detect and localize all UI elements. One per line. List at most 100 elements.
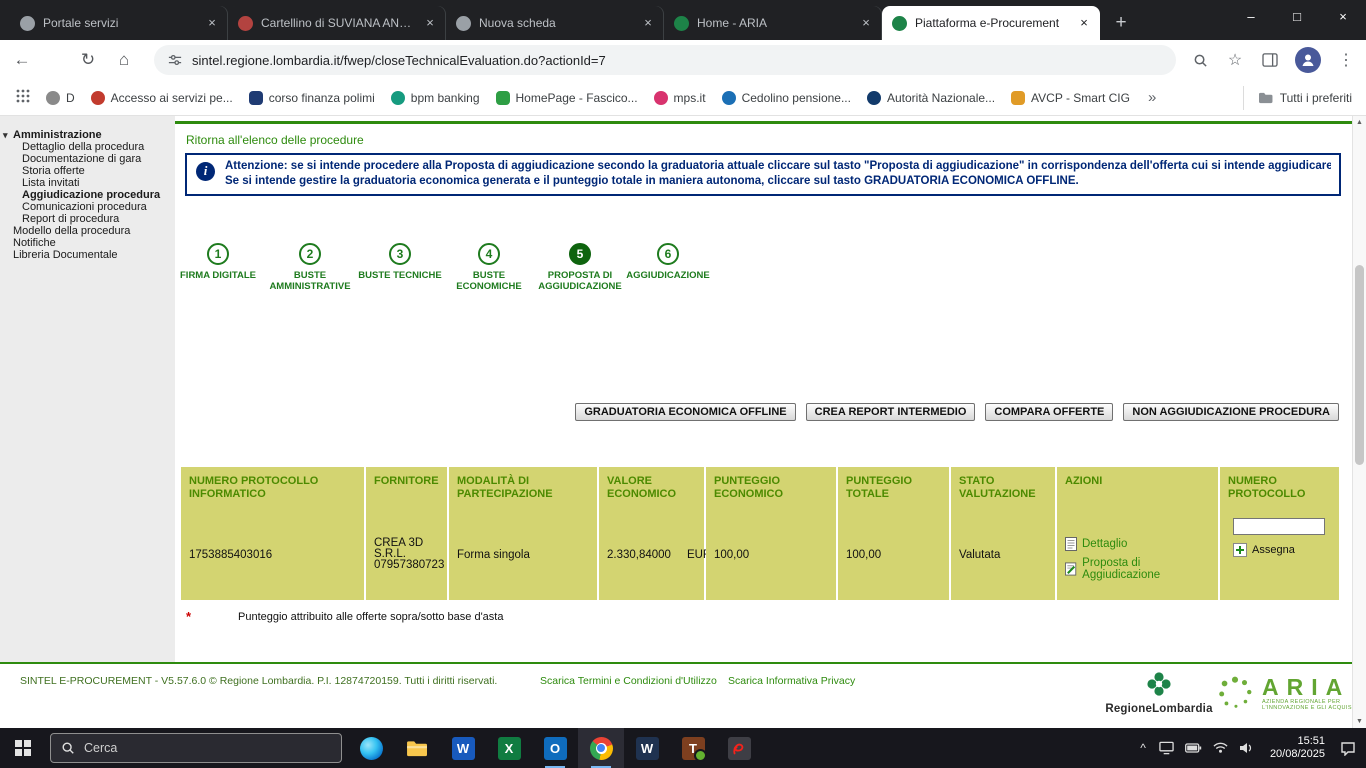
bookmark-item[interactable]: Autorità Nazionale... [866, 90, 995, 105]
acrobat-app-icon[interactable] [716, 728, 762, 768]
column-header: MODALITÀ DI PARTECIPAZIONE [449, 467, 597, 513]
home-icon[interactable]: ⌂ [110, 46, 138, 74]
window-close-button[interactable]: × [1320, 0, 1366, 32]
excel-app-icon[interactable]: X [486, 728, 532, 768]
graduatoria-economica-offline-button[interactable]: GRADUATORIA ECONOMICA OFFLINE [575, 403, 796, 421]
chrome-app-icon[interactable] [578, 728, 624, 768]
bookmarks-overflow-icon[interactable]: » [1148, 89, 1156, 106]
profile-avatar[interactable] [1295, 47, 1321, 73]
tab-close-icon[interactable]: × [1076, 15, 1092, 31]
tree-collapse-icon[interactable]: ▾ [3, 130, 8, 141]
step-number: 1 [207, 243, 229, 265]
offers-table: NUMERO PROTOCOLLO INFORMATICO FORNITORE … [181, 467, 1339, 600]
back-to-procedures-link[interactable]: Ritorna all'elenco delle procedure [186, 133, 364, 147]
privacy-link[interactable]: Scarica Informativa Privacy [728, 675, 855, 687]
windows-logo-icon [15, 740, 31, 756]
browser-menu-icon[interactable]: ⋮ [1336, 50, 1356, 70]
sidebar-item-libreria-documentale[interactable]: Libreria Documentale [0, 250, 175, 262]
bookmark-item[interactable]: Cedolino pensione... [721, 90, 851, 105]
edge-app-icon[interactable] [348, 728, 394, 768]
tray-expand-icon[interactable]: ^ [1140, 741, 1146, 755]
compara-offerte-button[interactable]: COMPARA OFFERTE [985, 403, 1114, 421]
window-minimize-button[interactable]: – [1228, 0, 1274, 32]
sidebar-item-label: Report di procedura [22, 213, 120, 225]
scrollbar-thumb[interactable] [1355, 265, 1364, 465]
bookmark-favicon [495, 90, 510, 105]
non-aggiudicazione-procedura-button[interactable]: NON AGGIUDICAZIONE PROCEDURA [1123, 403, 1339, 421]
file-explorer-app-icon[interactable] [394, 728, 440, 768]
browser-tab-nuova-scheda[interactable]: Nuova scheda × [446, 6, 664, 40]
address-bar[interactable]: sintel.regione.lombardia.it/fwep/closeTe… [154, 45, 1176, 75]
network-tray-icon[interactable] [1213, 742, 1228, 754]
new-tab-button[interactable]: + [1108, 10, 1134, 36]
step-buste-tecniche: 3 BUSTE TECNICHE [352, 243, 448, 281]
crea-report-intermedio-button[interactable]: CREA REPORT INTERMEDIO [805, 403, 976, 421]
terms-link[interactable]: Scarica Termini e Condizioni d'Utilizzo [540, 675, 717, 687]
bookmark-item[interactable]: corso finanza polimi [248, 90, 375, 105]
browser-toolbar: ← ↻ ⌂ sintel.regione.lombardia.it/fwep/c… [0, 40, 1366, 80]
sidebar-item-label: Dettaglio della procedura [22, 141, 145, 153]
taskbar-clock[interactable]: 15:51 20/08/2025 [1270, 735, 1325, 762]
bookmark-item[interactable]: AVCP - Smart CIG [1011, 90, 1130, 105]
browser-tab-cartellino[interactable]: Cartellino di SUVIANA ANTO × [228, 6, 446, 40]
column-header: NUMERO PROTOCOLLO INFORMATICO [181, 467, 364, 513]
dettaglio-link[interactable]: Dettaglio [1065, 537, 1212, 551]
tab-close-icon[interactable]: × [204, 15, 220, 31]
page-footer: SINTEL E-PROCUREMENT - V5.57.6.0 © Regio… [0, 662, 1366, 728]
tab-title: Nuova scheda [479, 16, 556, 30]
zoom-icon[interactable] [1190, 50, 1210, 70]
bookmark-item[interactable]: bpm banking [390, 90, 480, 105]
step-number: 2 [299, 243, 321, 265]
bookmark-item[interactable]: D [46, 90, 75, 105]
tab-favicon [892, 15, 907, 31]
proposta-di-aggiudicazione-link[interactable]: Proposta di Aggiudicazione [1065, 557, 1212, 581]
bookmark-label: AVCP - Smart CIG [1031, 90, 1130, 105]
display-tray-icon[interactable] [1159, 741, 1174, 755]
tab-close-icon[interactable]: × [640, 15, 656, 31]
scroll-up-icon[interactable]: ▲ [1353, 119, 1366, 126]
bookmarks-bar: D Accesso ai servizi pe... corso finanza… [0, 80, 1366, 116]
browser-tab-piattaforma-eprocurement[interactable]: Piattaforma e-Procurement × [882, 6, 1100, 40]
t-app-icon[interactable]: T [670, 728, 716, 768]
cell-punteggio-totale: 100,00 [838, 513, 949, 600]
regione-lombardia-logo: RegioneLombardia [1104, 672, 1214, 715]
bookmark-favicon [721, 90, 736, 105]
window-maximize-button[interactable]: □ [1274, 0, 1320, 32]
footer-copyright: SINTEL E-PROCUREMENT - V5.57.6.0 © Regio… [20, 675, 498, 687]
back-icon[interactable]: ← [8, 46, 36, 74]
taskbar-search-box[interactable]: Cerca [50, 733, 342, 763]
scroll-down-icon[interactable]: ▼ [1353, 718, 1366, 725]
aria-logo: ARIA AZIENDA REGIONALE PER L'INNOVAZIONE… [1216, 674, 1366, 712]
bookmark-item[interactable]: Accesso ai servizi pe... [90, 90, 233, 105]
refresh-icon[interactable]: ↻ [74, 46, 102, 74]
volume-tray-icon[interactable] [1239, 742, 1253, 754]
site-info-icon[interactable] [168, 53, 182, 67]
bookmark-item[interactable]: mps.it [653, 90, 706, 105]
action-center-icon[interactable] [1340, 741, 1356, 756]
vertical-scrollbar[interactable]: ▲ ▼ [1352, 116, 1366, 728]
award-proposal-icon [1065, 562, 1077, 576]
protocol-number-input[interactable] [1233, 518, 1325, 535]
step-label: AGGIUDICAZIONE [626, 270, 710, 281]
bookmark-label: Cedolino pensione... [741, 90, 851, 105]
screen: Portale servizi × Cartellino di SUVIANA … [0, 0, 1366, 768]
bookmark-star-icon[interactable]: ☆ [1225, 50, 1245, 70]
start-button[interactable] [0, 728, 46, 768]
w-app-icon[interactable]: W [624, 728, 670, 768]
all-favorites-button[interactable]: Tutti i preferiti [1242, 85, 1352, 110]
browser-tab-home-aria[interactable]: Home - ARIA × [664, 6, 882, 40]
cell-azioni: Dettaglio Proposta di Aggiudicazione [1057, 513, 1218, 600]
outlook-app-icon[interactable]: O [532, 728, 578, 768]
side-panel-icon[interactable] [1260, 50, 1280, 70]
windows-taskbar: Cerca W X O W T ^ 15:51 20/08/2025 [0, 728, 1366, 768]
battery-tray-icon[interactable] [1184, 743, 1202, 753]
browser-tab-portale-servizi[interactable]: Portale servizi × [10, 6, 228, 40]
word-app-icon[interactable]: W [440, 728, 486, 768]
column-header: AZIONI [1057, 467, 1218, 513]
tab-close-icon[interactable]: × [422, 15, 438, 31]
apps-grid-icon[interactable] [16, 89, 30, 106]
assegna-button[interactable]: Assegna [1233, 543, 1333, 557]
tab-close-icon[interactable]: × [858, 15, 874, 31]
bookmark-item[interactable]: HomePage - Fascico... [495, 90, 638, 105]
column-header: VALORE ECONOMICO [599, 467, 704, 513]
